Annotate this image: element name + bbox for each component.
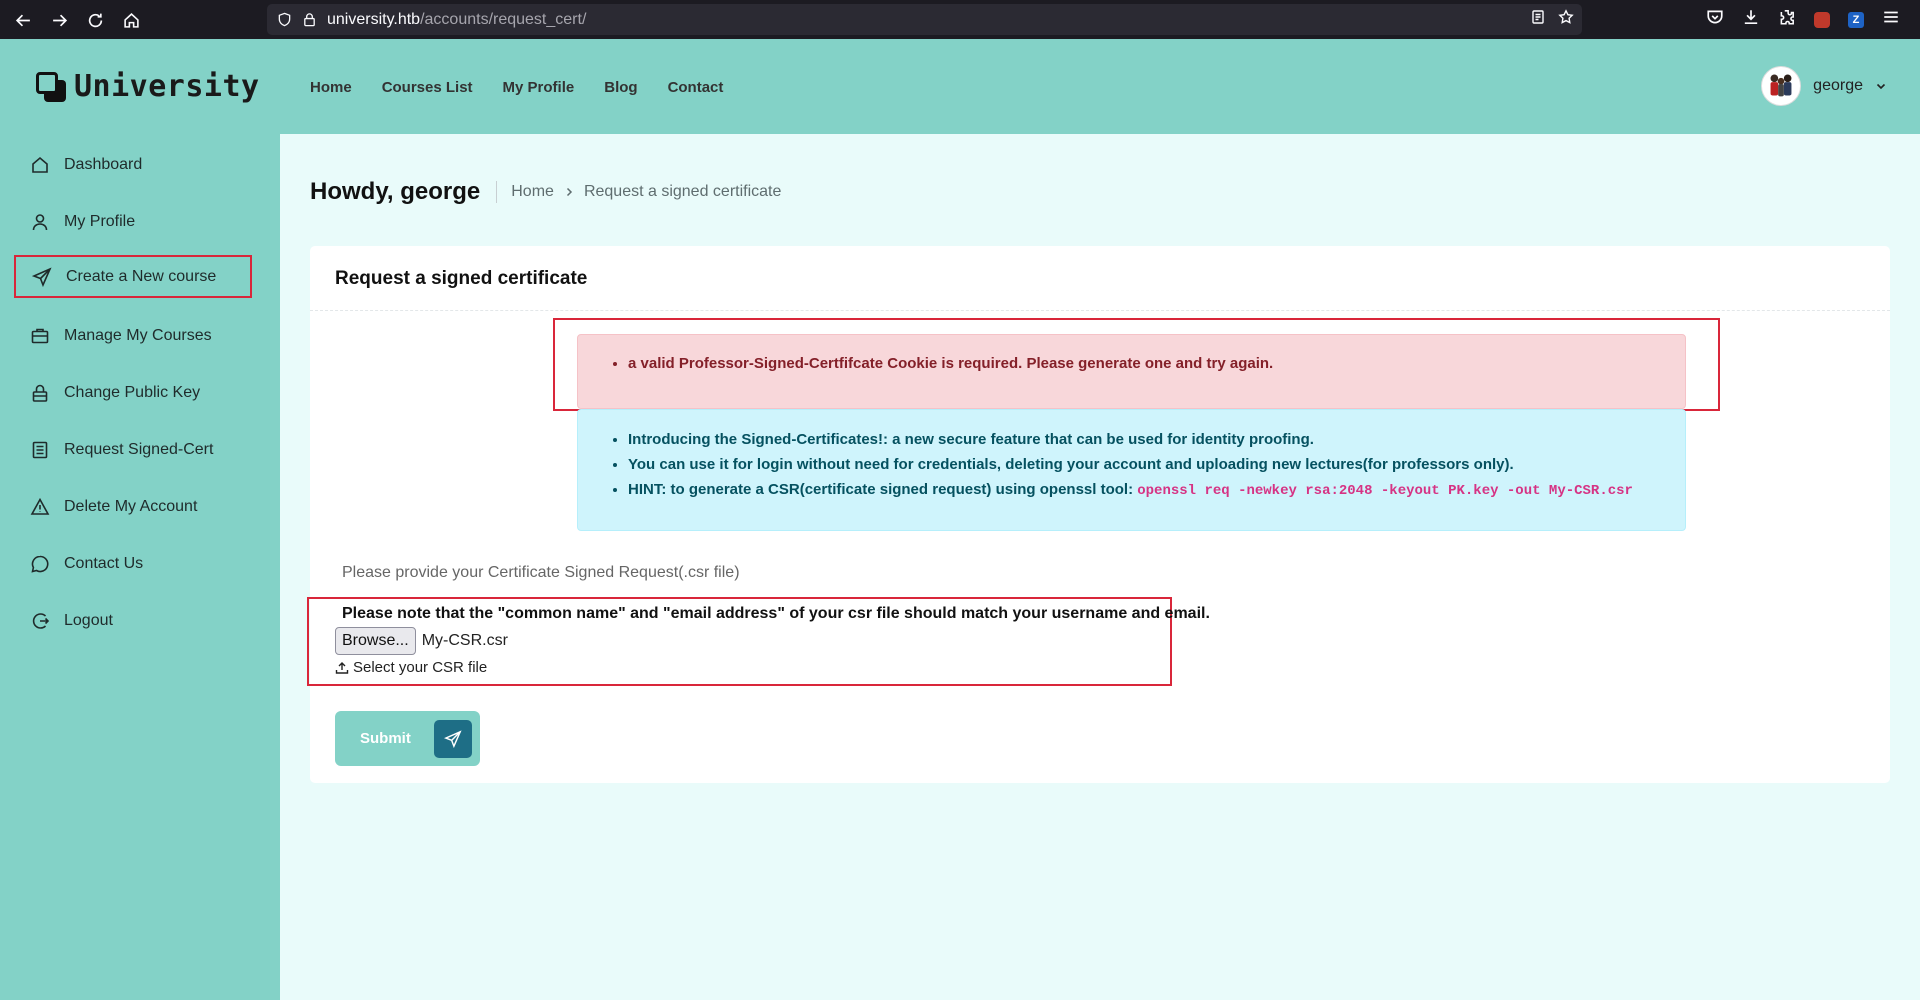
sidebar-item-delete-account[interactable]: Delete My Account [14,485,252,528]
error-alert: a valid Professor-Signed-Certfifcate Coo… [577,334,1686,409]
menu-icon[interactable] [1882,8,1900,31]
main-nav: Home Courses List My Profile Blog Contac… [310,79,723,96]
error-message: a valid Professor-Signed-Certfifcate Coo… [628,355,1685,372]
extensions-icon[interactable] [1778,8,1796,31]
user-menu[interactable]: george [1761,66,1887,106]
bookmark-star-icon[interactable] [1558,9,1574,30]
url-path: /accounts/request_cert/ [420,10,587,28]
sidebar-item-label: Dashboard [64,155,143,173]
page-title: Howdy, george [310,178,481,205]
reload-icon [88,13,102,27]
url-host: university.htb [327,10,421,28]
arrow-left-icon [15,14,30,26]
divider [310,310,1890,311]
csr-note: Please note that the "common name" and "… [342,605,1210,622]
brand-logo-icon [36,71,66,102]
home-icon [32,156,48,173]
browser-toolbar: university.htb/accounts/request_cert/ Z [0,0,1920,39]
extension-blue-icon[interactable]: Z [1848,11,1864,28]
url-text: university.htb/accounts/request_cert/ [327,11,586,29]
submit-button[interactable]: Submit [335,711,480,766]
breadcrumb-home[interactable]: Home [511,183,554,201]
sidebar-item-label: Manage My Courses [64,326,212,344]
nav-home[interactable]: Home [310,79,352,96]
file-help-text: Select your CSR file [353,659,488,676]
sidebar-item-change-public-key[interactable]: Change Public Key [14,371,252,414]
main-content: Howdy, george Home Request a signed cert… [280,134,1920,1000]
sidebar: Dashboard My Profile Create a New course… [0,134,280,1000]
pocket-icon[interactable] [1706,8,1724,31]
nav-my-profile[interactable]: My Profile [503,79,575,96]
user-icon [32,213,48,230]
info-item: You can use it for login without need fo… [628,452,1685,477]
lock-icon [302,12,317,27]
brand[interactable]: University [36,69,260,104]
nav-contact[interactable]: Contact [668,79,724,96]
info-hint: HINT: to generate a CSR(certificate sign… [628,477,1685,504]
document-icon [32,441,48,458]
avatar [1761,66,1802,106]
downloads-icon[interactable] [1742,8,1760,31]
site-header: University Home Courses List My Profile … [0,39,1920,134]
sidebar-item-label: Contact Us [64,554,144,572]
browse-button[interactable]: Browse... [335,627,416,655]
sidebar-item-contact-us[interactable]: Contact Us [14,542,252,585]
page-header: Howdy, george Home Request a signed cert… [310,178,781,206]
sidebar-item-manage-courses[interactable]: Manage My Courses [14,314,252,357]
logout-icon [32,612,50,629]
address-bar[interactable]: university.htb/accounts/request_cert/ [267,4,1582,35]
breadcrumb-current: Request a signed certificate [583,183,782,200]
nav-blog[interactable]: Blog [604,79,637,96]
csr-label: Please provide your Certificate Signed R… [342,564,740,581]
hint-text: HINT: to generate a CSR(certificate sign… [628,481,1134,498]
home-button[interactable] [113,2,149,38]
info-item: Introducing the Signed-Certificates!: a … [628,427,1685,452]
briefcase-icon [31,328,49,343]
sidebar-item-my-profile[interactable]: My Profile [14,200,252,243]
brand-name: University [74,69,260,104]
sidebar-item-label: Logout [64,611,113,629]
warning-icon [30,497,50,515]
send-icon [434,719,472,758]
hint-command: openssl req -newkey rsa:2048 -keyout PK.… [1137,483,1633,499]
submit-label: Submit [360,730,411,747]
nav-courses-list[interactable]: Courses List [382,79,473,96]
csr-file-input[interactable]: Browse... My-CSR.csr [335,627,508,655]
file-help: Select your CSR file [335,659,487,676]
sidebar-item-dashboard[interactable]: Dashboard [14,143,252,186]
sidebar-item-logout[interactable]: Logout [14,599,252,642]
sidebar-item-create-course[interactable]: Create a New course [14,255,252,298]
arrow-right-icon [52,14,67,26]
forward-button[interactable] [41,2,77,38]
send-icon [32,266,52,287]
upload-icon [335,661,349,674]
shield-icon [277,12,292,27]
sidebar-item-label: Create a New course [66,267,217,285]
info-alert: Introducing the Signed-Certificates!: a … [577,409,1686,531]
reload-button[interactable] [77,2,113,38]
sidebar-item-label: Delete My Account [64,497,198,515]
lock-icon [32,384,48,402]
sidebar-item-request-signed-cert[interactable]: Request Signed-Cert [14,428,252,471]
username: george [1813,77,1863,94]
breadcrumb: Home Request a signed certificate [496,181,781,203]
sidebar-item-label: Request Signed-Cert [64,440,214,458]
back-button[interactable] [5,2,41,38]
reader-view-icon[interactable] [1530,9,1546,30]
chat-icon [31,555,49,573]
selected-file-name: My-CSR.csr [421,632,508,649]
house-icon [123,12,139,28]
request-cert-card: Request a signed certificate a valid Pro… [307,246,1890,783]
chevron-right-icon [566,187,572,197]
sidebar-item-label: My Profile [64,212,136,230]
card-title: Request a signed certificate [335,268,588,289]
chevron-down-icon [1876,83,1886,90]
sidebar-item-label: Change Public Key [64,383,201,401]
extension-red-icon[interactable] [1814,11,1830,28]
